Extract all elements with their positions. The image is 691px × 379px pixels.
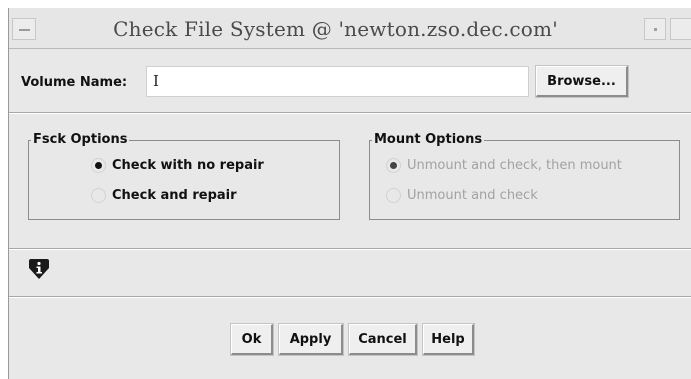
minimize-button[interactable]: [644, 18, 666, 40]
window-title: Check File System @ 'newton.zso.dec.com': [113, 17, 558, 41]
radio-selected-icon: [386, 158, 401, 173]
radio-unselected-icon: [91, 188, 106, 203]
cancel-button[interactable]: Cancel: [348, 323, 418, 356]
divider-top: [9, 112, 691, 114]
volume-name-input[interactable]: I: [146, 66, 529, 97]
window-menu-icon: [19, 29, 30, 31]
divider-middle: [9, 248, 691, 250]
fsck-options-group: Fsck Options: [28, 133, 340, 220]
radio-check-no-repair-label: Check with no repair: [112, 158, 264, 173]
radio-unmount-check-mount-label: Unmount and check, then mount: [407, 158, 622, 173]
info-icon: [29, 259, 49, 279]
ok-button[interactable]: Ok: [230, 323, 274, 356]
radio-check-and-repair[interactable]: Check and repair: [91, 188, 237, 203]
window-menu-button[interactable]: [12, 18, 36, 40]
mount-options-group: Mount Options: [369, 133, 680, 220]
radio-selected-icon: [91, 158, 106, 173]
browse-button[interactable]: Browse...: [535, 65, 629, 98]
fsck-options-legend: Fsck Options: [33, 132, 128, 147]
text-cursor-icon: I: [153, 72, 159, 90]
apply-button[interactable]: Apply: [278, 323, 344, 356]
radio-unmount-check: Unmount and check: [386, 188, 538, 203]
radio-check-no-repair[interactable]: Check with no repair: [91, 158, 264, 173]
radio-unmount-check-mount: Unmount and check, then mount: [386, 158, 622, 173]
minimize-icon: [654, 28, 657, 31]
radio-unselected-icon: [386, 188, 401, 203]
check-file-system-dialog: Check File System @ 'newton.zso.dec.com'…: [8, 8, 691, 379]
radio-unmount-check-label: Unmount and check: [407, 188, 538, 203]
mount-options-legend: Mount Options: [374, 132, 483, 147]
maximize-button[interactable]: [670, 18, 691, 40]
help-button[interactable]: Help: [422, 323, 475, 356]
title-bar[interactable]: Check File System @ 'newton.zso.dec.com': [9, 8, 691, 49]
volume-name-label: Volume Name:: [21, 75, 128, 90]
divider-bottom: [9, 296, 691, 298]
radio-check-and-repair-label: Check and repair: [112, 188, 237, 203]
